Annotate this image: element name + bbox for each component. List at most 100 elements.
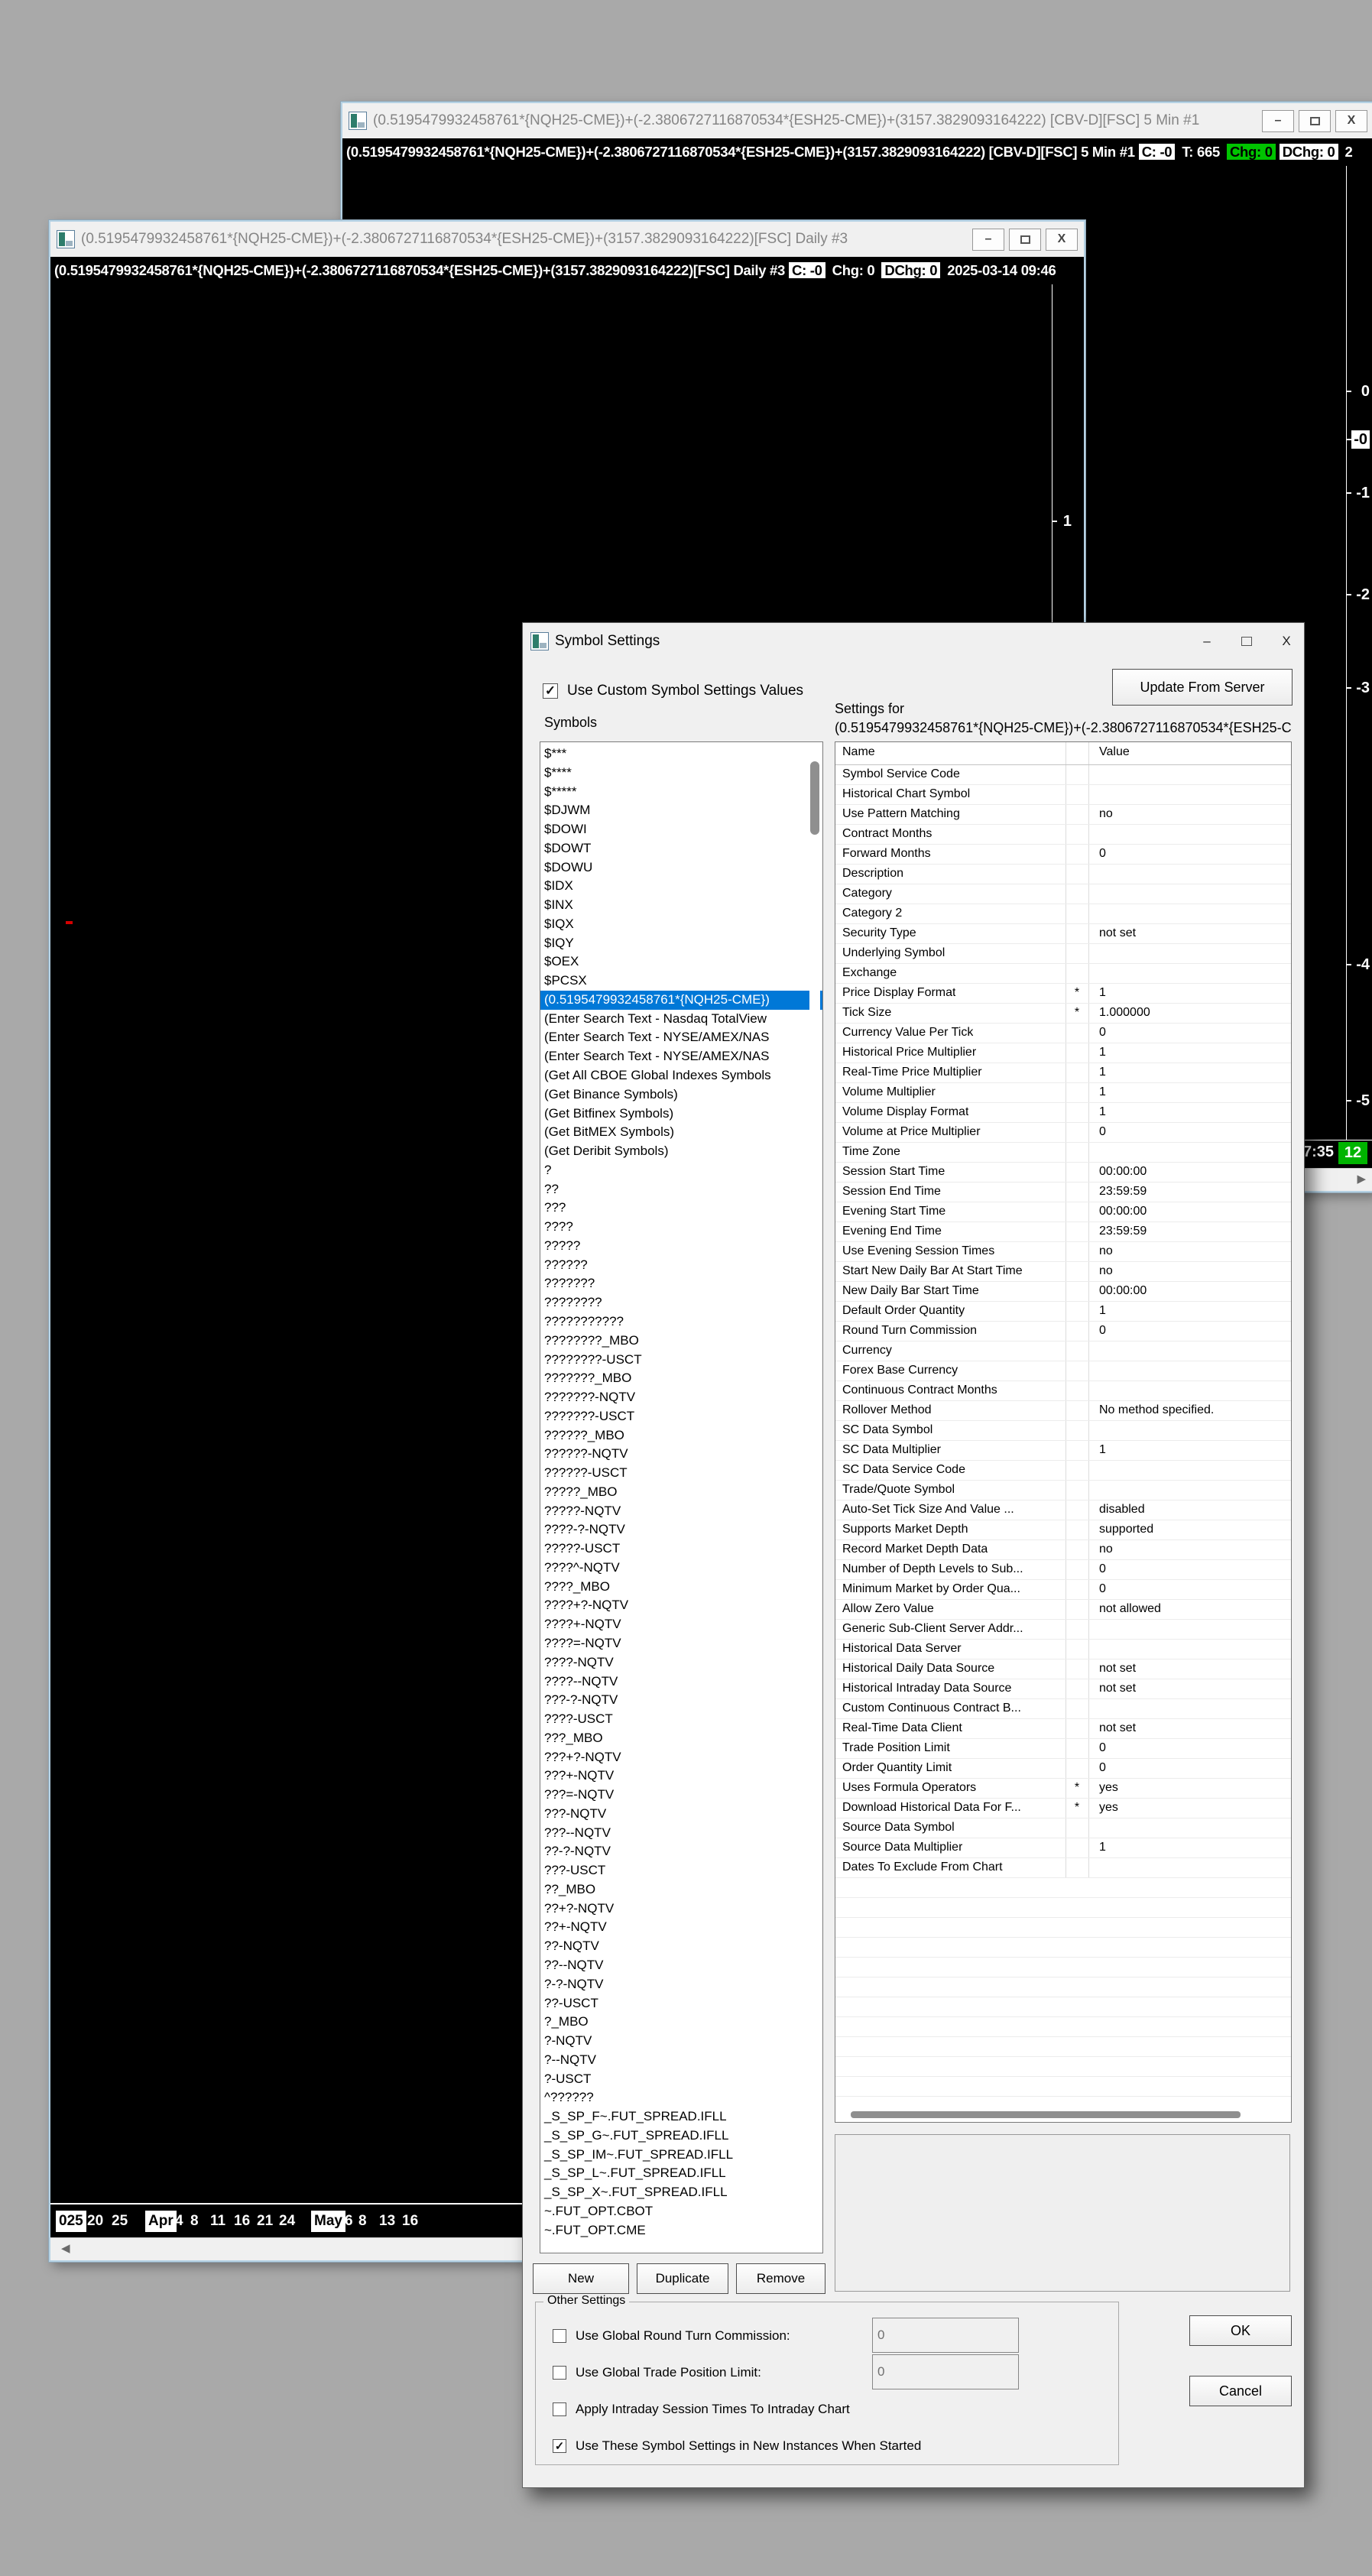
- setting-value[interactable]: 1: [1099, 1046, 1106, 1059]
- symbol-list-item[interactable]: ???+?-NQTV: [540, 1748, 822, 1767]
- dialog-titlebar[interactable]: Symbol Settings – X: [523, 623, 1304, 660]
- other-settings-row[interactable]: Apply Intraday Session Times To Intraday…: [553, 2393, 850, 2426]
- settings-table-row[interactable]: Category: [835, 884, 1291, 904]
- setting-value[interactable]: 1: [1099, 1841, 1106, 1854]
- symbol-list-item[interactable]: ^??????: [540, 2088, 822, 2107]
- symbol-list-item[interactable]: ???-USCT: [540, 1861, 822, 1880]
- symbol-list-item[interactable]: ???--NQTV: [540, 1824, 822, 1843]
- symbol-list-item[interactable]: ????-?-NQTV: [540, 1520, 822, 1539]
- other-settings-row[interactable]: Use Global Round Turn Commission:: [553, 2319, 790, 2353]
- settings-table-row[interactable]: Historical Data Server: [835, 1640, 1291, 1659]
- settings-table-row[interactable]: Default Order Quantity 1: [835, 1302, 1291, 1322]
- setting-value[interactable]: 0: [1099, 1562, 1106, 1576]
- symbol-list-item[interactable]: _S_SP_G~.FUT_SPREAD.IFLL: [540, 2127, 822, 2146]
- maximize-icon[interactable]: [1229, 626, 1264, 657]
- setting-value[interactable]: No method specified.: [1099, 1403, 1214, 1417]
- settings-table-row[interactable]: Record Market Depth Data no: [835, 1540, 1291, 1560]
- other-settings-checkbox[interactable]: [553, 2402, 566, 2416]
- settings-table-row[interactable]: Minimum Market by Order Qua... 0: [835, 1580, 1291, 1600]
- settings-table-row[interactable]: Volume Multiplier 1: [835, 1083, 1291, 1103]
- symbol-list-item[interactable]: $PCSX: [540, 972, 822, 991]
- symbol-list-item[interactable]: ????+?-NQTV: [540, 1596, 822, 1615]
- setting-value[interactable]: 0: [1099, 1324, 1106, 1338]
- symbol-list-item[interactable]: ??-USCT: [540, 1994, 822, 2013]
- symbol-list-item[interactable]: (Get Deribit Symbols): [540, 1142, 822, 1161]
- setting-value[interactable]: not set: [1099, 1662, 1136, 1676]
- setting-value[interactable]: 1: [1099, 1066, 1106, 1079]
- symbol-list-item[interactable]: ?_MBO: [540, 2013, 822, 2032]
- settings-table-row[interactable]: Use Evening Session Times no: [835, 1242, 1291, 1262]
- symbol-list-item[interactable]: (Get Binance Symbols): [540, 1085, 822, 1105]
- settings-table-row[interactable]: Security Type not set: [835, 924, 1291, 944]
- symbol-list-item[interactable]: ????+-NQTV: [540, 1615, 822, 1634]
- symbol-list-item[interactable]: $IDX: [540, 877, 822, 896]
- symbols-list[interactable]: $*** $**** $***** $DJWM $DOWI $DOWT $DOWU $IDX $…: [540, 741, 823, 2253]
- settings-table-row[interactable]: Use Pattern Matching no: [835, 805, 1291, 825]
- cancel-button[interactable]: Cancel: [1189, 2376, 1292, 2406]
- symbol-list-item[interactable]: ????: [540, 1218, 822, 1237]
- symbol-list-item[interactable]: ?-?-NQTV: [540, 1975, 822, 1994]
- settings-table-row[interactable]: Price Display Format * 1: [835, 984, 1291, 1004]
- symbol-list-item[interactable]: ?????-NQTV: [540, 1502, 822, 1521]
- settings-table-row[interactable]: Source Data Multiplier 1: [835, 1838, 1291, 1858]
- global-value-input[interactable]: 0: [872, 2318, 1019, 2353]
- settings-table-row[interactable]: Number of Depth Levels to Sub... 0: [835, 1560, 1291, 1580]
- settings-table-row[interactable]: Download Historical Data For F... * yes: [835, 1799, 1291, 1818]
- settings-table-row[interactable]: Forward Months 0: [835, 845, 1291, 865]
- settings-table-row[interactable]: New Daily Bar Start Time 00:00:00: [835, 1282, 1291, 1302]
- close-icon[interactable]: X: [1335, 109, 1367, 132]
- settings-table-row[interactable]: Start New Daily Bar At Start Time no: [835, 1262, 1291, 1282]
- setting-value[interactable]: disabled: [1099, 1503, 1145, 1517]
- symbol-list-item[interactable]: ~.FUT_OPT.CBOT: [540, 2202, 822, 2221]
- settings-table-row[interactable]: Historical Chart Symbol: [835, 785, 1291, 805]
- setting-value[interactable]: 1: [1099, 986, 1106, 1000]
- settings-table-row[interactable]: Volume Display Format 1: [835, 1103, 1291, 1123]
- settings-table-row[interactable]: Evening Start Time 00:00:00: [835, 1202, 1291, 1222]
- symbol-list-item[interactable]: (Get Bitfinex Symbols): [540, 1105, 822, 1124]
- symbol-list-item[interactable]: ????^-NQTV: [540, 1559, 822, 1578]
- setting-value[interactable]: 0: [1099, 1761, 1106, 1775]
- symbol-list-item[interactable]: ?-NQTV: [540, 2032, 822, 2051]
- use-custom-settings-checkbox[interactable]: ✓: [543, 683, 558, 699]
- settings-table-row[interactable]: Source Data Symbol: [835, 1818, 1291, 1838]
- minimize-icon[interactable]: –: [972, 228, 1004, 251]
- minimize-icon[interactable]: –: [1189, 626, 1224, 657]
- symbol-list-item[interactable]: ?????-USCT: [540, 1539, 822, 1559]
- symbol-list-item[interactable]: ???????: [540, 1274, 822, 1293]
- symbol-list-item[interactable]: $OEX: [540, 952, 822, 972]
- symbol-list-item[interactable]: (Enter Search Text - NYSE/AMEX/NAS: [540, 1047, 822, 1066]
- setting-value[interactable]: 0: [1099, 1026, 1106, 1040]
- settings-table-row[interactable]: Currency Value Per Tick 0: [835, 1024, 1291, 1043]
- other-settings-checkbox[interactable]: ✓: [553, 2439, 566, 2453]
- settings-table-row[interactable]: Real-Time Data Client not set: [835, 1719, 1291, 1739]
- scrollbar-thumb[interactable]: [810, 761, 819, 835]
- symbol-list-item[interactable]: $INX: [540, 896, 822, 915]
- symbol-list-item[interactable]: ???????????: [540, 1312, 822, 1332]
- symbol-list-item[interactable]: ?????: [540, 1237, 822, 1256]
- setting-value[interactable]: 00:00:00: [1099, 1284, 1147, 1298]
- symbol-list-item[interactable]: ?: [540, 1161, 822, 1180]
- scroll-right-icon[interactable]: ▶: [1357, 1172, 1366, 1186]
- settings-table-row[interactable]: Evening End Time 23:59:59: [835, 1222, 1291, 1242]
- settings-table-row[interactable]: Allow Zero Value not allowed: [835, 1600, 1291, 1620]
- setting-value[interactable]: yes: [1099, 1801, 1118, 1815]
- setting-value[interactable]: 0: [1099, 1582, 1106, 1596]
- symbol-list-item[interactable]: ~.FUT_OPT.CME: [540, 2221, 822, 2240]
- other-settings-row[interactable]: Use Global Trade Position Limit:: [553, 2356, 761, 2389]
- symbol-list-item[interactable]: ???-?-NQTV: [540, 1691, 822, 1710]
- settings-table-row[interactable]: Generic Sub-Client Server Addr...: [835, 1620, 1291, 1640]
- settings-table-row[interactable]: Historical Intraday Data Source not set: [835, 1679, 1291, 1699]
- setting-value[interactable]: 00:00:00: [1099, 1205, 1147, 1218]
- close-icon[interactable]: X: [1269, 626, 1304, 657]
- symbol-list-item[interactable]: ????=-NQTV: [540, 1634, 822, 1653]
- symbol-list-item[interactable]: (0.5195479932458761*{NQH25-CME}): [540, 990, 822, 1010]
- symbol-list-item[interactable]: _S_SP_X~.FUT_SPREAD.IFLL: [540, 2183, 822, 2202]
- settings-table-row[interactable]: Rollover Method No method specified.: [835, 1401, 1291, 1421]
- remove-button[interactable]: Remove: [736, 2263, 825, 2294]
- other-settings-checkbox[interactable]: [553, 2366, 566, 2380]
- symbol-list-item[interactable]: ???=-NQTV: [540, 1786, 822, 1805]
- settings-table-row[interactable]: Contract Months: [835, 825, 1291, 845]
- ok-button[interactable]: OK: [1189, 2315, 1292, 2346]
- symbol-list-item[interactable]: ??: [540, 1180, 822, 1199]
- symbol-list-item[interactable]: $DOWU: [540, 858, 822, 878]
